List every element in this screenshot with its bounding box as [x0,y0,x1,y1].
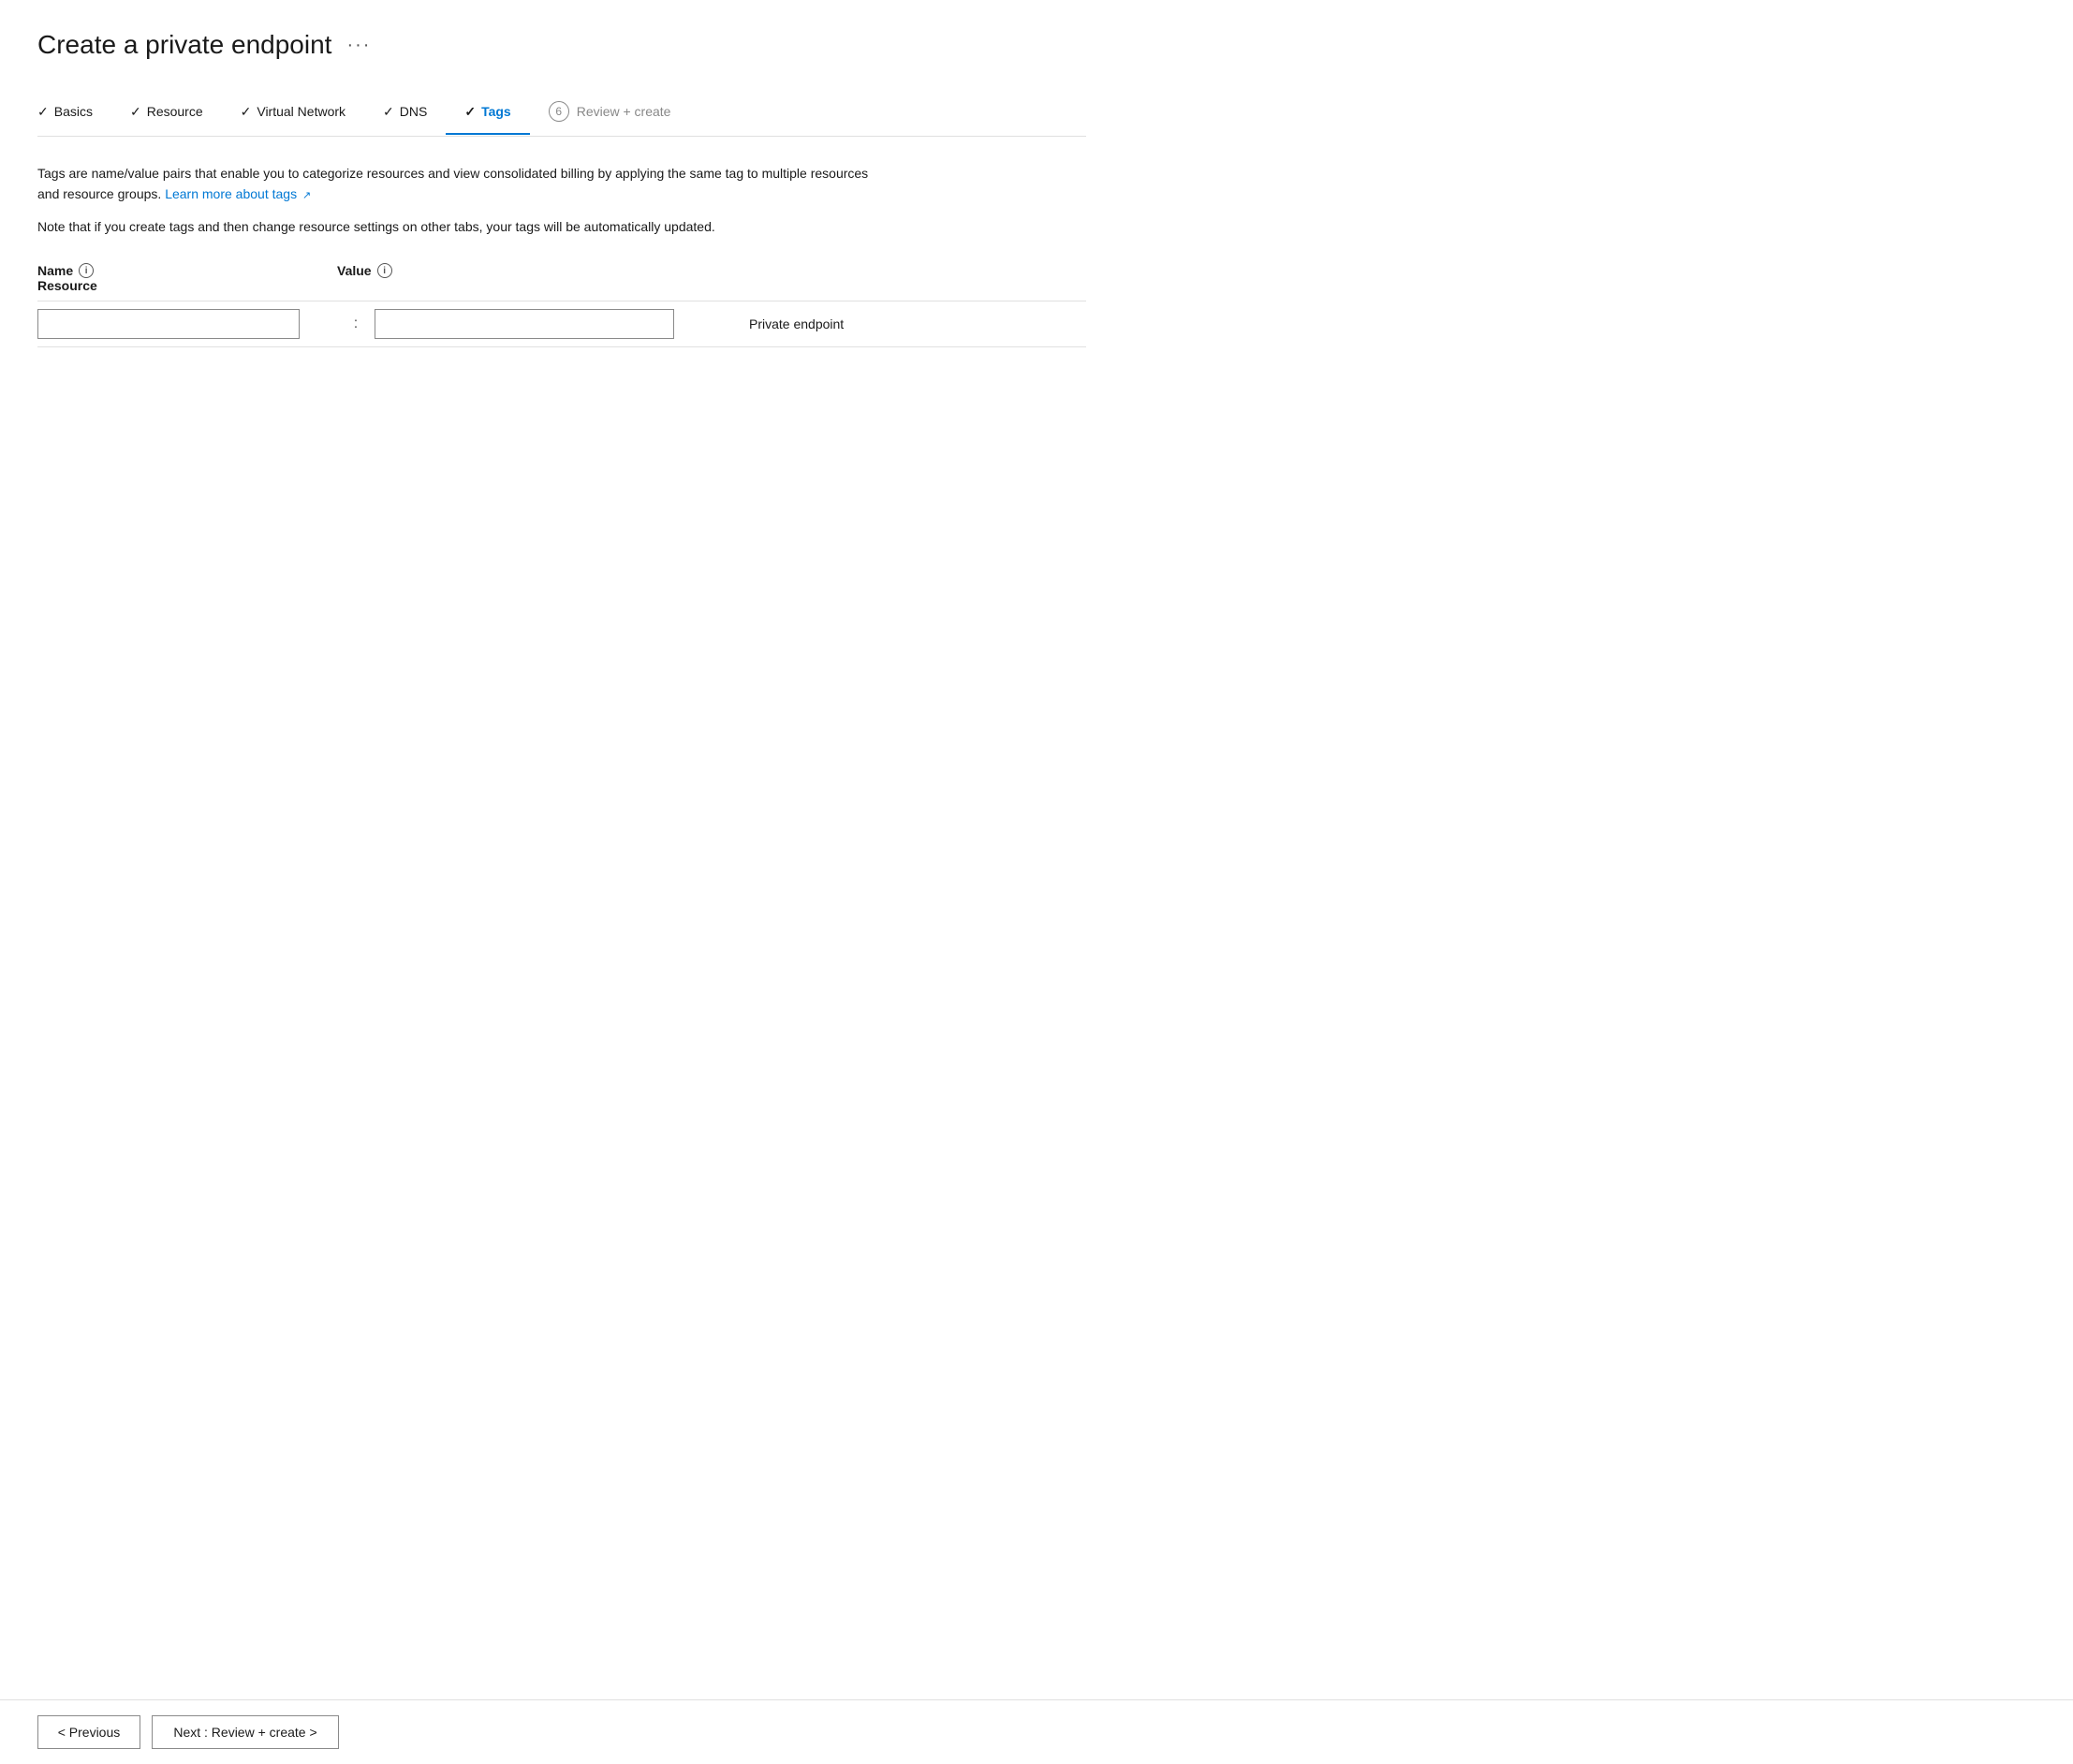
tag-value-input[interactable] [375,309,674,339]
tab-resource-label: Resource [147,104,203,119]
check-icon-basics: ✓ [37,104,49,120]
note-text: Note that if you create tags and then ch… [37,216,880,237]
tab-dns-label: DNS [400,104,428,119]
tab-basics-label: Basics [54,104,93,119]
learn-more-link[interactable]: Learn more about tags ↗ [165,186,311,201]
ellipsis-button[interactable]: ··· [343,31,375,60]
tab-resource[interactable]: ✓ Resource [111,93,222,135]
external-link-icon: ↗ [302,190,311,201]
tag-name-input[interactable] [37,309,300,339]
tab-tags-label: Tags [481,104,511,119]
tags-table-header: Name i Value i Resource [37,263,1086,301]
column-header-value: Value i [337,263,1086,278]
page-title-row: Create a private endpoint ··· [37,30,1086,60]
tab-virtual-network-label: Virtual Network [257,104,346,119]
tab-virtual-network[interactable]: ✓ Virtual Network [222,93,364,135]
bottom-nav: < Previous Next : Review + create > [0,1699,2073,1764]
tab-dns[interactable]: ✓ DNS [364,93,446,135]
value-input-cell [375,309,730,339]
previous-button[interactable]: < Previous [37,1715,140,1749]
column-header-name: Name i [37,263,337,278]
resource-cell: Private endpoint [730,316,1086,331]
column-header-resource: Resource [37,278,337,293]
next-button[interactable]: Next : Review + create > [152,1715,339,1749]
value-info-icon[interactable]: i [377,263,392,278]
check-icon-virtual-network: ✓ [241,104,252,120]
page-title: Create a private endpoint [37,30,331,60]
description-main: Tags are name/value pairs that enable yo… [37,163,880,205]
check-icon-tags: ✓ [464,104,476,120]
tab-tags[interactable]: ✓ Tags [446,93,529,135]
colon-separator: : [337,316,375,332]
name-input-cell [37,309,337,339]
tab-review-create[interactable]: 6 Review + create [530,90,690,137]
check-icon-dns: ✓ [383,104,394,120]
tab-review-number: 6 [549,101,569,122]
check-icon-resource: ✓ [130,104,141,120]
name-info-icon[interactable]: i [79,263,94,278]
tabs-container: ✓ Basics ✓ Resource ✓ Virtual Network ✓ … [37,90,1086,137]
table-row: : Private endpoint [37,301,1086,347]
tab-basics[interactable]: ✓ Basics [37,93,111,135]
tab-review-create-label: Review + create [577,104,671,119]
